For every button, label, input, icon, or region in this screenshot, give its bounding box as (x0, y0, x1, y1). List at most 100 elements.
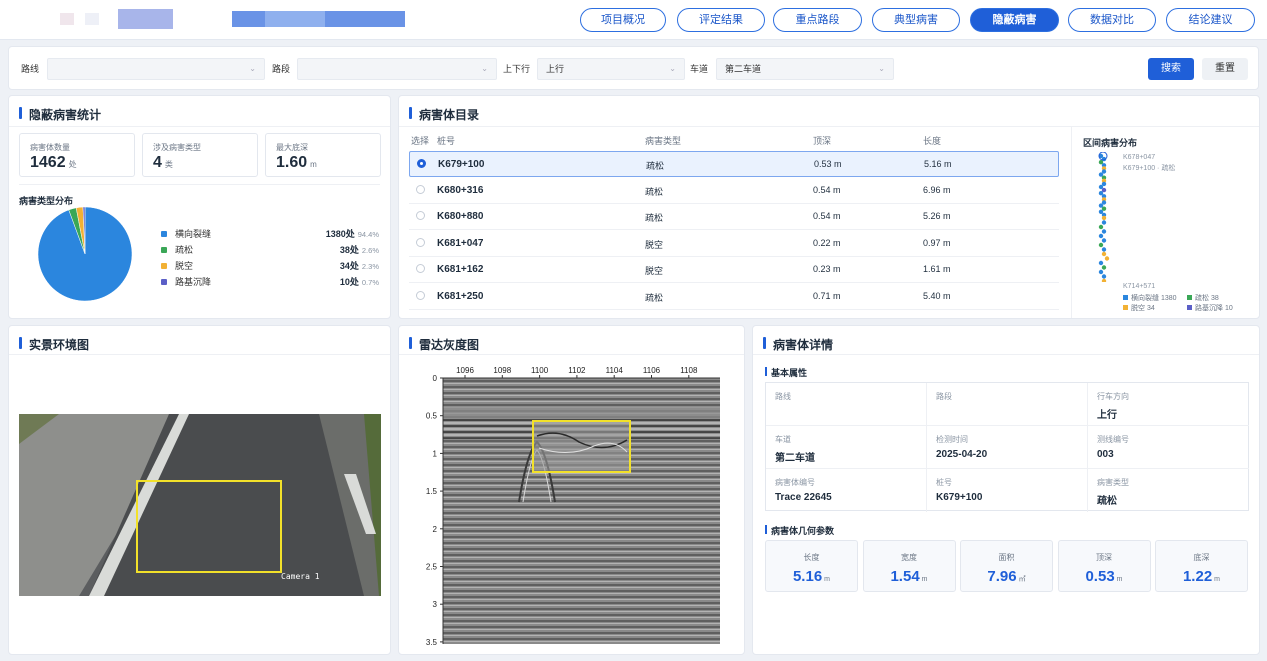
detail-key: 病害体编号 (775, 478, 815, 487)
table-row[interactable]: K681+162 脱空 0.23 m 1.61 m (409, 257, 1059, 283)
row-top-depth: 0.23 m (813, 264, 841, 274)
legend-count-value: 38处 (339, 245, 359, 255)
legend-pct: 0.7% (361, 278, 379, 287)
interval-legend-swatch (1123, 295, 1128, 300)
direction-select[interactable]: 上行 ⌄ (537, 58, 685, 80)
stat-value: 4类 (153, 154, 173, 172)
geo-number: 1.54 (890, 568, 920, 585)
interval-current: K679+100 · 疏松 (1123, 165, 1176, 172)
x-tick-label: 1096 (456, 366, 474, 375)
interval-dot (1101, 229, 1107, 234)
radar-image: 1096 1098 1100 1102 1104 1106 1108 0 0.5 1 1.5 2 2.5… (426, 366, 720, 647)
row-type: 脱空 (645, 239, 664, 250)
lane-select[interactable]: 第二车道 ⌄ (716, 58, 894, 80)
filter-bar: 路线 ⌄ 路段 ⌄ 上下行 上行 ⌄ 车道 第二车道 ⌄ 搜索 重置 (8, 46, 1259, 90)
y-tick-label: 2 (433, 525, 438, 534)
row-radio[interactable] (416, 184, 425, 194)
geo-card: 宽度 1.54 m (862, 540, 956, 592)
table-row[interactable]: K681+047 脱空 0.22 m 0.97 m (409, 231, 1059, 257)
geo-unit: m (824, 576, 831, 583)
interval-legend-item: 疏松 38 (1187, 293, 1219, 303)
geo-number: 0.53 (1085, 568, 1115, 585)
road-select[interactable]: ⌄ (47, 58, 265, 80)
nav-tab-4[interactable]: 隐蔽病害 (970, 8, 1059, 32)
legend-name: 路基沉降 (175, 277, 212, 287)
nav-tab-5[interactable]: 数据对比 (1068, 8, 1156, 32)
detail-value: 003 (1097, 449, 1114, 460)
search-button[interactable]: 搜索 (1148, 58, 1194, 80)
legend-count-value: 10处 (339, 277, 359, 287)
top-bar: 项目概况 评定结果 重点路段 典型病害 隐蔽病害 数据对比 结论建议 (0, 0, 1267, 40)
interval-legend-swatch (1187, 305, 1192, 310)
interval-legend-label: 横向裂缝 1380 (1131, 295, 1177, 302)
geo-number: 7.96 (987, 568, 1017, 585)
interval-dist-title: 区间病害分布 (1083, 138, 1138, 148)
stat-label: 最大底深 (276, 143, 308, 152)
y-tick-label: 2.5 (426, 563, 438, 572)
legend-count: 34处 2.3% (340, 260, 379, 273)
segment-label: 路段 (272, 64, 291, 74)
y-tick-label: 0 (433, 374, 438, 383)
interval-dot (1098, 224, 1104, 230)
detail-value: Trace 22645 (775, 492, 832, 503)
row-radio[interactable] (416, 290, 425, 300)
stat-value: 1.60 m (276, 154, 317, 172)
detail-value: 上行 (1097, 410, 1117, 421)
nav-tab-3[interactable]: 典型病害 (872, 8, 960, 32)
row-radio[interactable] (416, 211, 425, 220)
legend-name: 疏松 (175, 245, 194, 255)
x-tick-label: 1102 (568, 366, 586, 375)
table-row[interactable]: K679+100 疏松 0.53 m 5.16 m (409, 151, 1059, 177)
table-row[interactable]: K680+880 疏松 0.54 m 5.26 m (409, 204, 1059, 230)
legend-name: 脱空 (175, 261, 194, 271)
legend-item: 疏松 38处 2.6% (161, 244, 379, 256)
stat-unit: m (310, 160, 317, 169)
table-row[interactable]: K681+250 疏松 0.71 m 5.40 m (409, 284, 1059, 310)
row-length: 6.96 m (923, 184, 951, 195)
table-row[interactable]: K680+316 疏松 0.54 m 6.96 m (409, 178, 1059, 204)
lane-label: 车道 (690, 64, 709, 74)
interval-legend-item: 路基沉降 10 (1187, 303, 1233, 313)
segment-select[interactable]: ⌄ (297, 58, 497, 80)
geo-label: 顶深 (1096, 553, 1112, 562)
interval-dot (1101, 215, 1107, 221)
row-type: 疏松 (646, 161, 665, 171)
legend-count: 38处 2.6% (340, 244, 379, 257)
row-length: 5.16 m (924, 159, 952, 169)
road-label: 路线 (21, 64, 40, 74)
nav-tab-1[interactable]: 评定结果 (677, 8, 765, 32)
geo-value: 1.22 m (1156, 568, 1247, 585)
nav-tab-0[interactable]: 项目概况 (580, 8, 666, 32)
legend-count-value: 34处 (339, 261, 359, 271)
x-tick-label: 1104 (606, 366, 624, 375)
row-pile: K681+047 (437, 237, 484, 249)
geo-value: 1.54 m (864, 568, 955, 585)
row-radio[interactable] (416, 237, 425, 247)
interval-dot (1098, 242, 1104, 248)
row-pile: K681+250 (437, 290, 484, 302)
row-radio[interactable] (417, 159, 426, 168)
interval-legend-label: 脱空 34 (1131, 305, 1155, 312)
detail-key: 测线编号 (1097, 435, 1129, 444)
row-radio[interactable] (416, 264, 425, 273)
nav-tab-2[interactable]: 重点路段 (773, 8, 862, 32)
geo-value: 5.16 m (766, 568, 857, 585)
detail-value: K679+100 (936, 492, 983, 503)
reset-button[interactable]: 重置 (1202, 58, 1248, 80)
detail-title: 病害体详情 (763, 336, 833, 353)
legend-swatch (161, 231, 167, 237)
legend-swatch (161, 263, 167, 269)
chevron-down-icon: ⌄ (481, 64, 488, 73)
direction-label: 上下行 (503, 64, 531, 74)
geo-card: 顶深 0.53 m (1057, 540, 1151, 592)
geo-unit: m (921, 576, 928, 583)
row-length: 5.26 m (923, 211, 951, 221)
nav-tab-6[interactable]: 结论建议 (1166, 8, 1255, 32)
legend-count: 1380处 94.4% (326, 228, 379, 241)
legend-item: 脱空 34处 2.3% (161, 260, 379, 272)
geo-card: 底深 1.22 m (1155, 540, 1248, 592)
logo-image (60, 9, 405, 29)
col-length: 长度 (923, 136, 942, 146)
stat-unit: 类 (164, 160, 173, 169)
logo (60, 9, 405, 29)
